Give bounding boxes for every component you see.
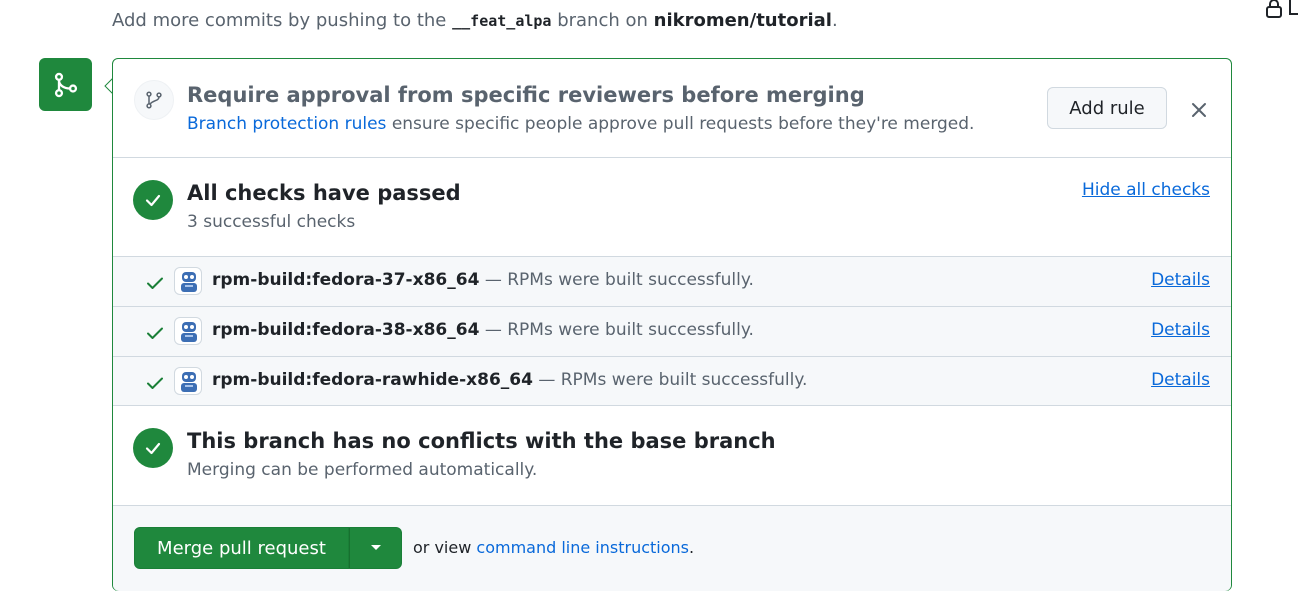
reviewers-subtitle: Branch protection rules ensure specific …: [187, 114, 974, 134]
check-row: rpm-build:fedora-38-x86_64 — RPMs were b…: [113, 307, 1231, 357]
packit-avatar-icon: [174, 267, 202, 295]
check-icon: [147, 377, 163, 389]
merge-button-group: Merge pull request: [134, 527, 402, 569]
git-branch-icon: [134, 80, 174, 120]
check-name: rpm-build:fedora-rawhide-x86_64: [212, 370, 533, 390]
checks-title: All checks have passed: [187, 181, 461, 205]
check-description: — RPMs were built successfully.: [538, 370, 808, 390]
check-row: rpm-build:fedora-37-x86_64 — RPMs were b…: [113, 257, 1231, 307]
or-view-text: or view: [413, 538, 472, 557]
merge-pull-request-button[interactable]: Merge pull request: [134, 527, 349, 569]
check-details-link[interactable]: Details: [1151, 320, 1210, 340]
reviewers-section: Require approval from specific reviewers…: [113, 59, 1231, 158]
checks-subtitle: 3 successful checks: [187, 212, 356, 232]
checks-section: All checks have passed 3 successful chec…: [113, 158, 1231, 257]
check-description: — RPMs were built successfully.: [484, 320, 754, 340]
check-row-text: rpm-build:fedora-38-x86_64 — RPMs were b…: [212, 320, 754, 340]
check-description: — RPMs were built successfully.: [484, 270, 754, 290]
git-merge-icon: [39, 58, 92, 111]
cli-suffix: .: [689, 538, 695, 557]
merge-section: Merge pull request or view command line …: [113, 506, 1231, 591]
add-rule-button[interactable]: Add rule: [1047, 87, 1167, 129]
check-row: rpm-build:fedora-rawhide-x86_64 — RPMs w…: [113, 357, 1231, 406]
reviewers-title: Require approval from specific reviewers…: [187, 83, 865, 107]
triangle-down-icon: [370, 545, 381, 550]
merge-options-dropdown[interactable]: [349, 527, 402, 569]
check-icon: [147, 277, 163, 289]
check-name: rpm-build:fedora-38-x86_64: [212, 320, 480, 340]
push-hint-suffix: .: [831, 10, 838, 31]
conflicts-subtitle: Merging can be performed automatically.: [187, 460, 538, 480]
hide-all-checks-link[interactable]: Hide all checks: [1082, 180, 1210, 200]
check-row-text: rpm-build:fedora-rawhide-x86_64 — RPMs w…: [212, 370, 807, 390]
packit-avatar-icon: [174, 317, 202, 345]
cli-hint: or view command line instructions.: [413, 538, 694, 557]
branch-protection-link[interactable]: Branch protection rules: [187, 114, 386, 134]
push-hint-prefix: Add more commits by pushing to the: [112, 10, 447, 31]
check-circle-icon: [133, 180, 173, 220]
check-circle-icon: [133, 428, 173, 468]
reviewers-subtitle-text: ensure specific people approve pull requ…: [391, 114, 975, 134]
check-details-link[interactable]: Details: [1151, 270, 1210, 290]
conflicts-title: This branch has no conflicts with the ba…: [187, 429, 776, 453]
push-hint: Add more commits by pushing to the __fea…: [112, 10, 838, 31]
conflicts-section: This branch has no conflicts with the ba…: [113, 406, 1231, 506]
packit-avatar-icon: [174, 367, 202, 395]
repo-name: nikromen/tutorial: [653, 10, 832, 31]
close-icon[interactable]: [1188, 99, 1210, 121]
lock-icon: [1266, 0, 1298, 18]
check-name: rpm-build:fedora-37-x86_64: [212, 270, 480, 290]
check-details-link[interactable]: Details: [1151, 370, 1210, 390]
merge-box: Require approval from specific reviewers…: [112, 58, 1232, 591]
branch-name: __feat_alpa: [452, 12, 552, 30]
push-hint-middle: branch on: [557, 10, 648, 31]
check-row-text: rpm-build:fedora-37-x86_64 — RPMs were b…: [212, 270, 754, 290]
command-line-instructions-link[interactable]: command line instructions: [476, 538, 689, 557]
check-icon: [147, 327, 163, 339]
